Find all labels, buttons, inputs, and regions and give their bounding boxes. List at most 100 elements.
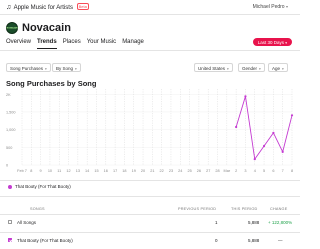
gender-select-value: Gender [242,65,258,71]
tab-trends[interactable]: Trends [37,39,57,49]
tab-overview[interactable]: Overview [6,39,31,49]
data-point [235,125,238,129]
x-tick-label: 22 [160,169,164,173]
x-tick-label: Feb 7 [17,169,27,173]
y-tick-label: 0 [6,164,8,168]
x-tick-label: 13 [76,169,80,173]
artist-header: NOVACAIN Novacain [6,21,71,35]
x-tick-label: 25 [187,169,191,173]
tab-places[interactable]: Places [63,39,81,49]
chevron-down-icon: ▾ [282,66,284,71]
metric-select-value: Song Purchases [10,65,44,71]
breakdown-select-value: By Song [56,65,74,71]
table-row[interactable]: That Booty (For That Booty) 0 5,888 — [0,238,300,246]
age-select-value: Age [272,65,281,71]
column-header-songs: SONGS [30,207,45,211]
x-tick-label: 11 [57,169,61,173]
avatar[interactable]: NOVACAIN [6,22,18,34]
x-tick-label: 23 [169,169,173,173]
data-point [253,158,256,161]
top-bar: ♫ Apple Music for Artists Beta Michael P… [0,0,300,15]
x-tick-label: 24 [178,169,182,173]
row-checkbox[interactable] [8,220,12,224]
y-tick-label: 1,500 [6,110,16,114]
x-tick-label: 4 [254,169,256,173]
artist-name: Novacain [22,22,71,34]
date-range-button[interactable]: Last 30 Days ▾ [252,38,292,46]
x-tick-label: 14 [85,169,89,173]
tab-manage[interactable]: Manage [122,39,144,49]
column-header-change: CHANGE [270,207,288,211]
change-value: + 122,800% [268,220,293,225]
previous-value: 0 [215,238,218,243]
x-tick-label: Mar [224,169,231,173]
data-point [290,114,294,117]
x-tick-label: 19 [132,169,136,173]
nav-tabs: Overview Trends Places Your Music Manage [6,39,150,49]
chevron-down-icon: ▾ [259,66,261,71]
brand-label: Apple Music for Artists [13,5,73,11]
age-select[interactable]: Age ▾ [268,63,288,72]
legend-label: That Booty (For That Booty) [15,184,71,189]
x-tick-label: 27 [206,169,210,173]
x-tick-label: 7 [282,169,284,173]
y-tick-label: 2K [6,93,11,97]
x-tick-label: 17 [113,169,117,173]
y-tick-label: 1,000 [6,128,16,132]
x-tick-label: 21 [150,169,154,173]
song-purchases-chart[interactable]: 05001,0001,5002KFeb 7 8 9 10 11 12 13 14 15 16 17 1… [4,86,298,176]
chevron-down-icon: ▾ [285,40,287,45]
x-tick-label: 5 [263,169,265,173]
x-tick-label: 8 [291,169,293,173]
apple-icon: ♫ [6,4,12,11]
divider [0,180,300,181]
series-color-dot [8,184,12,189]
song-title: All Songs [17,220,37,225]
chevron-down-icon: ▾ [45,66,47,71]
metric-select[interactable]: Song Purchases ▾ [6,63,51,72]
row-checkbox[interactable] [8,238,12,242]
chevron-down-icon: ▾ [227,66,229,71]
current-value: 5,888 [248,220,260,225]
country-select-value: United States [198,65,226,71]
chevron-down-icon: ▾ [285,4,288,9]
y-tick-label: 500 [6,146,12,150]
song-title: That Booty (For That Booty) [17,238,73,243]
chart-legend[interactable]: That Booty (For That Booty) [8,184,71,189]
x-tick-label: 2 [235,169,237,173]
x-tick-label: 28 [215,169,219,173]
brand[interactable]: ♫ Apple Music for Artists Beta [6,3,89,11]
data-point [281,150,284,153]
data-point [262,144,266,148]
table-header: SONGS PREVIOUS PERIOD THIS PERIOD CHANGE [0,207,300,213]
x-tick-label: 9 [40,169,42,173]
country-select[interactable]: United States ▾ [194,63,233,72]
x-tick-label: 15 [94,169,98,173]
table-row[interactable]: All Songs 1 5,888 + 122,800% [0,220,300,228]
x-tick-label: 8 [30,169,32,173]
gender-select[interactable]: Gender ▾ [238,63,265,72]
divider [0,196,300,197]
breakdown-select[interactable]: By Song ▾ [52,63,81,72]
chevron-down-icon: ▾ [75,66,77,71]
x-tick-label: 18 [122,169,126,173]
column-header-this-period: THIS PERIOD [231,207,258,211]
tabs-divider [0,50,300,51]
divider [0,214,300,215]
user-menu[interactable]: Michael Pedro ▾ [253,4,288,10]
date-range-label: Last 30 Days [257,39,284,45]
user-name: Michael Pedro [252,4,285,10]
x-tick-label: 26 [197,169,201,173]
avatar-text: NOVACAIN [6,26,18,30]
data-point [244,95,247,98]
x-tick-label: 3 [244,169,246,173]
x-tick-label: 6 [272,169,274,173]
x-tick-label: 16 [104,169,108,173]
beta-badge: Beta [76,3,89,10]
tab-your-music[interactable]: Your Music [87,39,116,49]
previous-value: 1 [215,220,218,225]
column-header-previous: PREVIOUS PERIOD [178,207,217,211]
data-point [272,131,275,134]
x-tick-label: 20 [141,169,145,173]
x-tick-label: 12 [66,169,70,173]
